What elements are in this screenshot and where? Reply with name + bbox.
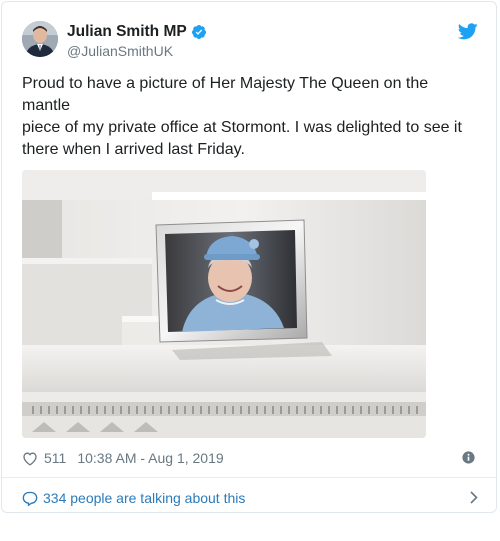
verified-badge-icon	[191, 25, 206, 39]
tweet-meta: 511 10:38 AM - Aug 1, 2019	[22, 450, 224, 466]
chevron-right-icon	[470, 491, 478, 504]
author-name-row: Julian Smith MP	[67, 23, 207, 41]
tweet-text-line: mantle	[22, 97, 71, 114]
author-handle[interactable]: @JulianSmithUK	[67, 43, 173, 59]
tweet-text-line: there when I arrived last Friday.	[22, 141, 245, 158]
conversation-label: 334 people are talking about this	[43, 490, 246, 506]
twitter-bird-icon[interactable]	[458, 23, 478, 40]
tweet-timestamp[interactable]: 10:38 AM - Aug 1, 2019	[77, 450, 223, 466]
author-name[interactable]: Julian Smith MP	[67, 23, 187, 41]
tweet-photo[interactable]	[22, 170, 426, 438]
author-avatar[interactable]	[22, 21, 58, 57]
info-icon[interactable]	[462, 451, 475, 464]
tweet-text-line: piece of my private office at Stormont. …	[22, 119, 462, 136]
conversation-link[interactable]: 334 people are talking about this	[22, 486, 478, 510]
divider	[2, 477, 496, 478]
heart-icon[interactable]	[22, 451, 38, 466]
tweet-text: Proud to have a picture of Her Majesty T…	[22, 73, 472, 161]
tweet-text-line: Proud to have a picture of Her Majesty T…	[22, 75, 429, 92]
tweet-card: Julian Smith MP @JulianSmithUK Proud to …	[1, 1, 497, 513]
like-count[interactable]: 511	[44, 450, 66, 466]
speech-bubble-icon	[22, 491, 38, 506]
